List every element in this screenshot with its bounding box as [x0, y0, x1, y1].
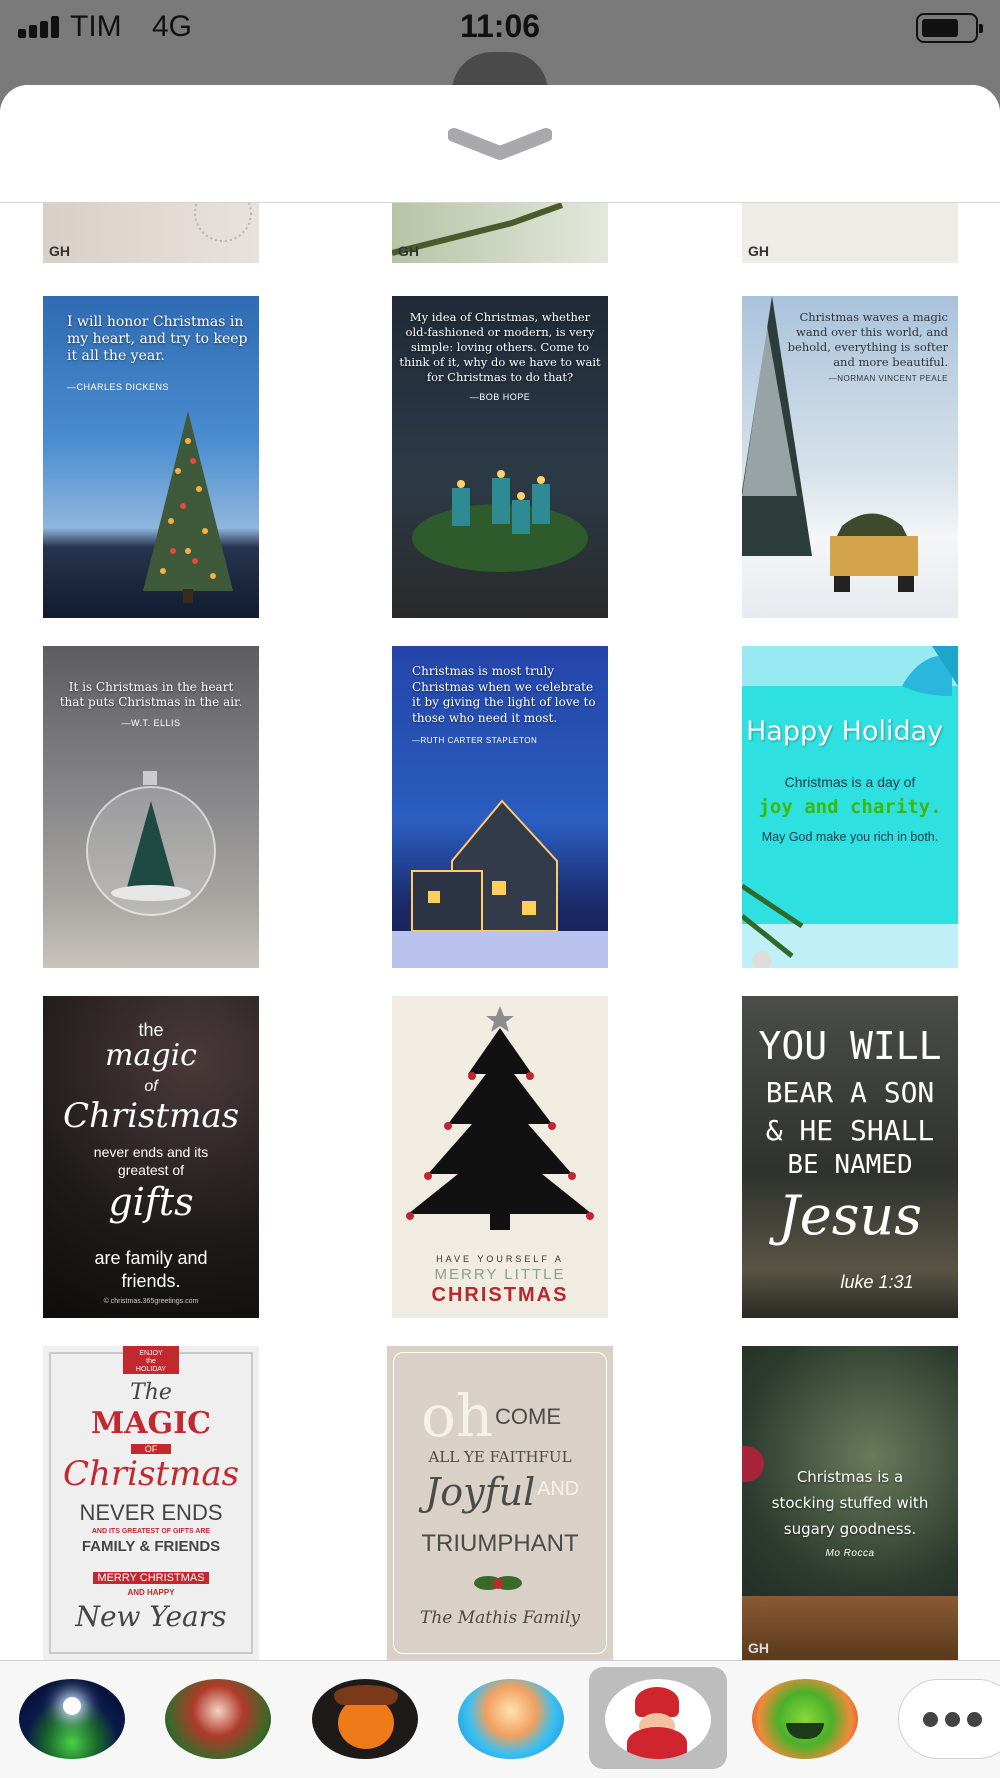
text-jesus: Jesus — [778, 1184, 922, 1247]
quote-text: Christmas is most truly Christmas when w… — [412, 664, 596, 725]
text-small: AND ITS GREATEST OF GIFTS ARE — [91, 1528, 211, 1535]
holiday-line-3: May God make you rich in both. — [761, 830, 939, 844]
ornament-icon — [194, 203, 252, 242]
holiday-line-2: joy and charity. — [758, 796, 942, 818]
tag-text-1: ENJOY — [139, 1350, 163, 1357]
santa-app-icon[interactable] — [605, 1679, 711, 1759]
quote-author: Mo Rocca — [825, 1548, 875, 1559]
sticker-partial-2[interactable]: GH — [392, 203, 608, 263]
branch-icon — [392, 203, 564, 256]
sticker-grid: GH GH GH I will honor Christmas in my he… — [0, 203, 1000, 1660]
sticker-partial-1[interactable]: GH — [43, 203, 259, 263]
text-come: COME — [495, 1404, 561, 1429]
quote-text: Christmas is a stocking stuffed with sug… — [771, 1468, 929, 1538]
ribbon-bow-icon — [902, 646, 958, 696]
text-new-years: New Years — [75, 1600, 227, 1633]
text-of: OF — [131, 1444, 171, 1454]
sticker-ellis-quote[interactable]: It is Christmas in the heart that puts C… — [43, 646, 259, 968]
sticker-stapleton-quote[interactable]: Christmas is most truly Christmas when w… — [392, 646, 608, 968]
text-never-ends: NEVER ENDS — [79, 1500, 223, 1525]
christmas-tree-image — [143, 411, 233, 603]
quote-author: —W.T. ELLIS — [121, 718, 181, 728]
sticker-rocca-quote[interactable]: Christmas is a stocking stuffed with sug… — [742, 1346, 958, 1660]
sticker-hope-quote[interactable]: My idea of Christmas, whether old-fashio… — [392, 296, 608, 618]
text-line-1: never ends and its — [93, 1144, 209, 1160]
text-joyful: Joyful — [425, 1470, 536, 1514]
holiday-title: Happy Holiday — [746, 716, 944, 747]
halloween-app-icon[interactable] — [312, 1679, 418, 1759]
gh-logo: GH — [49, 243, 70, 259]
quote-author: —BOB HOPE — [469, 392, 531, 402]
text-magic: MAGIC — [90, 1406, 211, 1441]
text-line-4: friends. — [121, 1271, 181, 1291]
text-gifts: gifts — [108, 1180, 194, 1224]
earth-sunrise-app-icon[interactable] — [19, 1679, 125, 1759]
text-of: of — [144, 1078, 158, 1095]
text-line-1: HAVE YOURSELF A — [436, 1254, 564, 1264]
pear-emoji-app-icon[interactable] — [752, 1679, 858, 1759]
battery-icon — [916, 13, 983, 43]
sheet-header — [0, 85, 1000, 203]
sticker-luke-verse[interactable]: YOU WILL BEAR A SON & HE SHALL BE NAMED … — [742, 996, 958, 1318]
sticker-oh-come[interactable]: oh COME ALL YE FAITHFUL Joyful AND TRIUM… — [387, 1346, 613, 1660]
quote-author: —RUTH CARTER STAPLETON — [412, 736, 538, 745]
text-christmas: Christmas — [62, 1454, 240, 1494]
quote-text: My idea of Christmas, whether old-fashio… — [399, 310, 601, 384]
more-apps-button[interactable] — [898, 1679, 1000, 1759]
app-drawer — [0, 1660, 1000, 1778]
tag-text-3: HOLIDAY — [135, 1366, 167, 1373]
sticker-magic-poster[interactable]: ENJOY the HOLIDAY The MAGIC OF Christmas N… — [43, 1346, 259, 1660]
christmas-tree-silhouette-icon — [406, 1006, 594, 1230]
text-oh: oh — [421, 1382, 494, 1450]
quote-text: Christmas waves a magic wand over this w… — [787, 310, 948, 369]
verse-reference: luke 1:31 — [840, 1272, 914, 1292]
text-line-3: are family and — [94, 1248, 208, 1268]
truck-image — [830, 513, 918, 592]
text-christmas: Christmas — [62, 1096, 240, 1136]
quote-author: —CHARLES DICKENS — [67, 382, 170, 392]
quote-text: I will honor Christmas in my heart, and … — [67, 314, 248, 364]
tag-text-2: the — [146, 1358, 156, 1365]
gh-logo: GH — [398, 243, 419, 259]
angel-app-icon[interactable] — [458, 1679, 564, 1759]
text-line-2: MERRY LITTLE — [434, 1266, 566, 1283]
text-family: FAMILY & FRIENDS — [81, 1538, 221, 1555]
holly-icon — [474, 1576, 522, 1590]
sticker-dickens-quote[interactable]: I will honor Christmas in my heart, and … — [43, 296, 259, 618]
text-faithful: ALL YE FAITHFUL — [428, 1448, 572, 1466]
text-line-4: BE NAMED — [787, 1150, 913, 1180]
text-line-2: greatest of — [117, 1162, 185, 1178]
glass-ornament-image — [86, 771, 216, 916]
text-line-1: YOU WILL — [758, 1024, 942, 1068]
text-line-3: & HE SHALL — [765, 1114, 935, 1147]
holiday-line-1: Christmas is a day of — [784, 774, 916, 790]
status-bar: TIM 4G 11:06 — [0, 0, 1000, 56]
collapse-chevron-icon[interactable] — [448, 125, 552, 165]
text-magic: magic — [105, 1038, 197, 1073]
sticker-magic-of-christmas[interactable]: the magic of Christmas never ends and it… — [43, 996, 259, 1318]
clock: 11:06 — [459, 8, 541, 44]
text-family: The Mathis Family — [419, 1608, 580, 1628]
gh-logo: GH — [748, 243, 769, 259]
text-line-2: BEAR A SON — [765, 1076, 935, 1109]
advent-wreath-image — [412, 470, 588, 572]
sticker-sheet: GH GH GH I will honor Christmas in my he… — [0, 85, 1000, 1778]
text-and-happy: AND HAPPY — [127, 1588, 175, 1597]
sticker-merry-little-christmas[interactable]: HAVE YOURSELF A MERRY LITTLE CHRISTMAS — [392, 996, 608, 1318]
sticker-peale-quote[interactable]: Christmas waves a magic wand over this w… — [742, 296, 958, 618]
text-merry: MERRY CHRISTMAS — [93, 1572, 209, 1584]
quote-text: It is Christmas in the heart that puts C… — [59, 680, 243, 709]
source-credit: © christmas.365greetings.com — [103, 1298, 199, 1305]
sticker-partial-3[interactable]: GH — [742, 203, 958, 263]
pine-branch-icon — [742, 883, 804, 968]
text-the: The — [130, 1380, 172, 1405]
fairy-app-icon[interactable] — [165, 1679, 271, 1759]
text-triumphant: TRIUMPHANT — [421, 1530, 579, 1557]
sticker-happy-holiday[interactable]: Happy Holiday Christmas is a day of joy … — [742, 646, 958, 968]
quote-author: —NORMAN VINCENT PEALE — [828, 374, 948, 383]
gh-logo: GH — [748, 1640, 769, 1656]
lit-house-image — [392, 799, 608, 968]
text-and: AND — [537, 1478, 580, 1500]
text-line-3: CHRISTMAS — [431, 1284, 569, 1306]
